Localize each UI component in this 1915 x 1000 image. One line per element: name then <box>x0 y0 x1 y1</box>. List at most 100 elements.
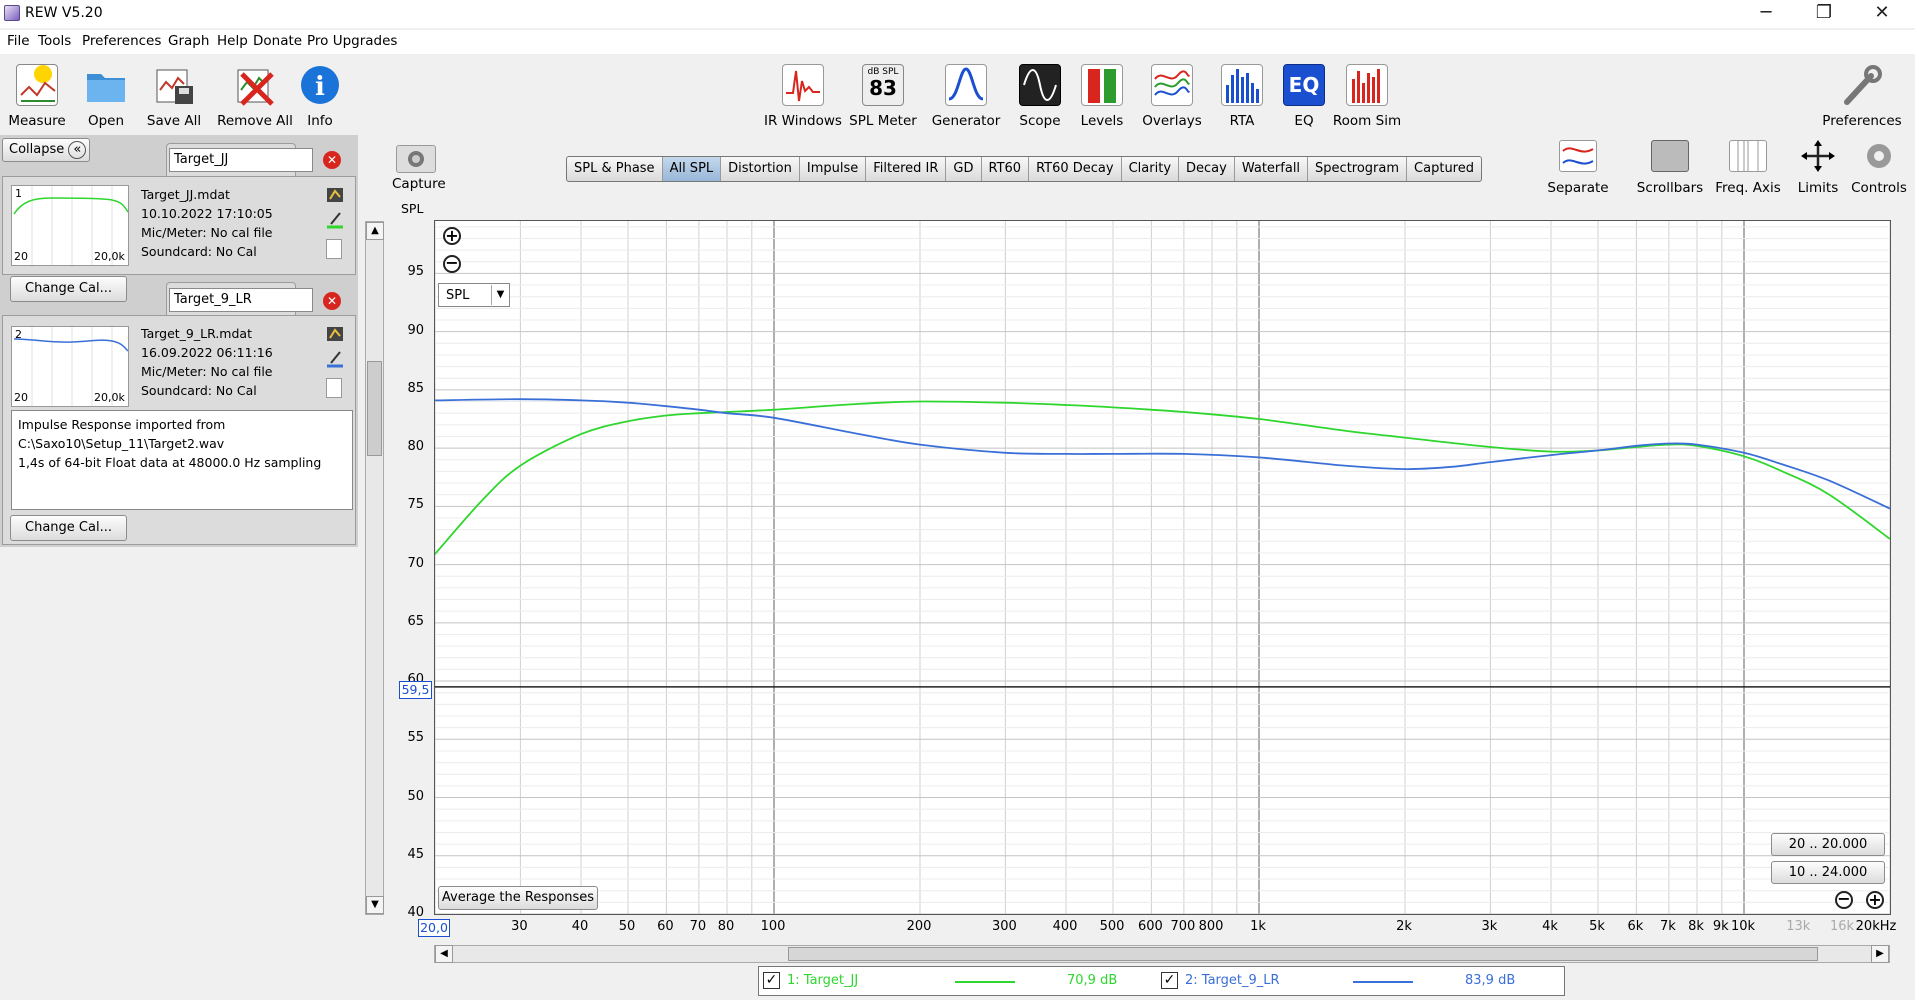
edit-icon[interactable] <box>326 324 344 342</box>
x-tick-label: 30 <box>511 919 528 934</box>
graph-h-scroll-thumb[interactable] <box>788 947 1818 961</box>
measurement-notes[interactable]: Impulse Response imported from C:\Saxo10… <box>11 410 353 510</box>
camera-icon[interactable] <box>396 145 436 173</box>
room-sim-label: Room Sim <box>1332 113 1402 129</box>
panel-scroll-thumb[interactable] <box>367 361 382 456</box>
measurement-date-1: 10.10.2022 17:10:05 <box>141 206 273 221</box>
change-cal-button-2[interactable]: Change Cal... <box>10 515 127 541</box>
capture-label: Capture <box>392 176 446 192</box>
measurement-mic-2: Mic/Meter: No cal file <box>141 364 273 379</box>
eq-icon: EQ <box>1283 64 1325 106</box>
ir-windows-button[interactable]: IR Windows <box>760 58 846 140</box>
menu-tools[interactable]: Tools <box>38 33 71 49</box>
zoom-out-icon[interactable]: − <box>443 255 461 273</box>
freq-axis-icon <box>1729 140 1767 172</box>
legend-value-2: 83,9 dB <box>1465 973 1516 988</box>
x-zoom-out-icon[interactable]: − <box>1835 891 1853 909</box>
tab-impulse[interactable]: Impulse <box>800 157 867 181</box>
legend-checkbox-1[interactable]: ✓ <box>763 972 780 989</box>
tab-filtered-ir[interactable]: Filtered IR <box>866 157 947 181</box>
legend-label-1: 1: Target_JJ <box>787 973 859 988</box>
menu-file[interactable]: File <box>7 33 30 49</box>
scroll-up-arrow-icon[interactable]: ▲ <box>366 222 384 240</box>
window-title: REW V5.20 <box>25 5 103 21</box>
tab-captured[interactable]: Captured <box>1407 157 1481 181</box>
tab-rt60-decay[interactable]: RT60 Decay <box>1029 157 1122 181</box>
tab-waterfall[interactable]: Waterfall <box>1235 157 1309 181</box>
spl-meter-value: 83 <box>869 76 897 100</box>
info-button[interactable]: i Info <box>277 58 363 140</box>
remove-measurement-2-icon[interactable]: ✕ <box>323 292 341 310</box>
legend-checkbox-2[interactable]: ✓ <box>1161 972 1178 989</box>
legend-value-1: 70,9 dB <box>1067 973 1118 988</box>
menu-pro-upgrades[interactable]: Pro Upgrades <box>307 33 397 49</box>
spl-graph[interactable]: + − SPL ▼ Average the Responses 20 .. 20… <box>434 220 1891 915</box>
menu-preferences[interactable]: Preferences <box>82 33 161 49</box>
tab-spl-phase[interactable]: SPL & Phase <box>567 157 663 181</box>
tab-distortion[interactable]: Distortion <box>721 157 800 181</box>
room-sim-button[interactable]: Room Sim <box>1324 58 1410 140</box>
tab-decay[interactable]: Decay <box>1179 157 1235 181</box>
panel-scrollbar[interactable] <box>365 221 384 915</box>
restore-button[interactable]: ❐ <box>1795 0 1853 28</box>
remove-measurement-1-icon[interactable]: ✕ <box>323 151 341 169</box>
series-line-2 <box>434 398 1891 510</box>
save-icon <box>153 64 195 106</box>
measurement-thumbnail-2: 2 20 20,0k <box>11 326 129 407</box>
average-responses-button[interactable]: Average the Responses <box>438 886 598 910</box>
collapse-button[interactable]: Collapse « <box>2 138 90 162</box>
minimize-button[interactable]: ─ <box>1737 0 1795 28</box>
x-zoom-in-icon[interactable]: + <box>1866 891 1884 909</box>
range-button-20-20000[interactable]: 20 .. 20.000 <box>1771 833 1885 856</box>
save-all-button[interactable]: Save All <box>131 58 217 140</box>
tab-all-spl[interactable]: All SPL <box>662 157 722 181</box>
scroll-right-arrow-icon[interactable]: ▶ <box>1871 945 1889 963</box>
trace-color-icon[interactable] <box>326 350 344 368</box>
measurement-card-2[interactable]: 2 20 20,0k Target_9_LR.mdat 16.09.2022 0… <box>2 315 356 545</box>
separate-button[interactable]: Separate <box>1538 140 1618 200</box>
notes-icon[interactable] <box>326 239 342 259</box>
rta-icon <box>1221 64 1263 106</box>
y-tick-label: 95 <box>407 264 424 280</box>
spl-select[interactable]: SPL ▼ <box>438 283 510 307</box>
controls-button[interactable]: Controls <box>1839 140 1915 200</box>
x-tick-label: 800 <box>1198 919 1224 934</box>
range-button-10-24000[interactable]: 10 .. 24.000 <box>1771 861 1885 884</box>
collapse-icon: « <box>68 141 87 159</box>
controls-label: Controls <box>1851 180 1907 196</box>
x-tick-label: 3k <box>1481 919 1498 934</box>
x-start-readout: 20,0 <box>418 919 450 937</box>
menu-donate[interactable]: Donate <box>253 33 302 49</box>
measurement-name-input-2[interactable]: Target_9_LR <box>169 288 313 312</box>
notes-icon[interactable] <box>326 378 342 398</box>
menu-help[interactable]: Help <box>217 33 248 49</box>
tab-spectrogram[interactable]: Spectrogram <box>1308 157 1408 181</box>
tab-clarity[interactable]: Clarity <box>1122 157 1180 181</box>
svg-text:i: i <box>315 72 325 102</box>
y-tick-label: 80 <box>407 439 424 455</box>
trace-color-icon[interactable] <box>326 211 344 229</box>
x-tick-label: 100 <box>760 919 786 934</box>
menu-graph[interactable]: Graph <box>168 33 209 49</box>
measurement-soundcard-1: Soundcard: No Cal <box>141 244 257 259</box>
edit-icon[interactable] <box>326 185 344 203</box>
thumb-min-2: 20 <box>14 391 28 404</box>
limits-icon <box>1799 140 1837 172</box>
x-tick-label: 13k <box>1786 919 1811 934</box>
x-tick-label: 1k <box>1250 919 1266 934</box>
preferences-button[interactable]: Preferences <box>1819 58 1905 140</box>
zoom-in-icon[interactable]: + <box>443 227 461 245</box>
x-tick-label: 300 <box>991 919 1017 934</box>
scroll-left-arrow-icon[interactable]: ◀ <box>435 945 453 963</box>
close-button[interactable]: ✕ <box>1853 0 1911 28</box>
measurement-name-input-1[interactable]: Target_JJ <box>169 148 313 172</box>
y-axis: 40 45 50 55 60 65 70 75 80 85 90 95 <box>384 220 432 920</box>
separate-icon <box>1559 140 1597 172</box>
x-tick-label: 80 <box>717 919 735 934</box>
tab-gd[interactable]: GD <box>946 157 982 181</box>
change-cal-button-1[interactable]: Change Cal... <box>10 276 127 302</box>
scroll-down-arrow-icon[interactable]: ▼ <box>366 896 384 914</box>
spl-meter-button[interactable]: dB SPL 83 SPL Meter <box>840 58 926 140</box>
measurement-card-1[interactable]: 1 20 20,0k Target_JJ.mdat 10.10.2022 17:… <box>2 176 356 275</box>
tab-rt60[interactable]: RT60 <box>982 157 1030 181</box>
